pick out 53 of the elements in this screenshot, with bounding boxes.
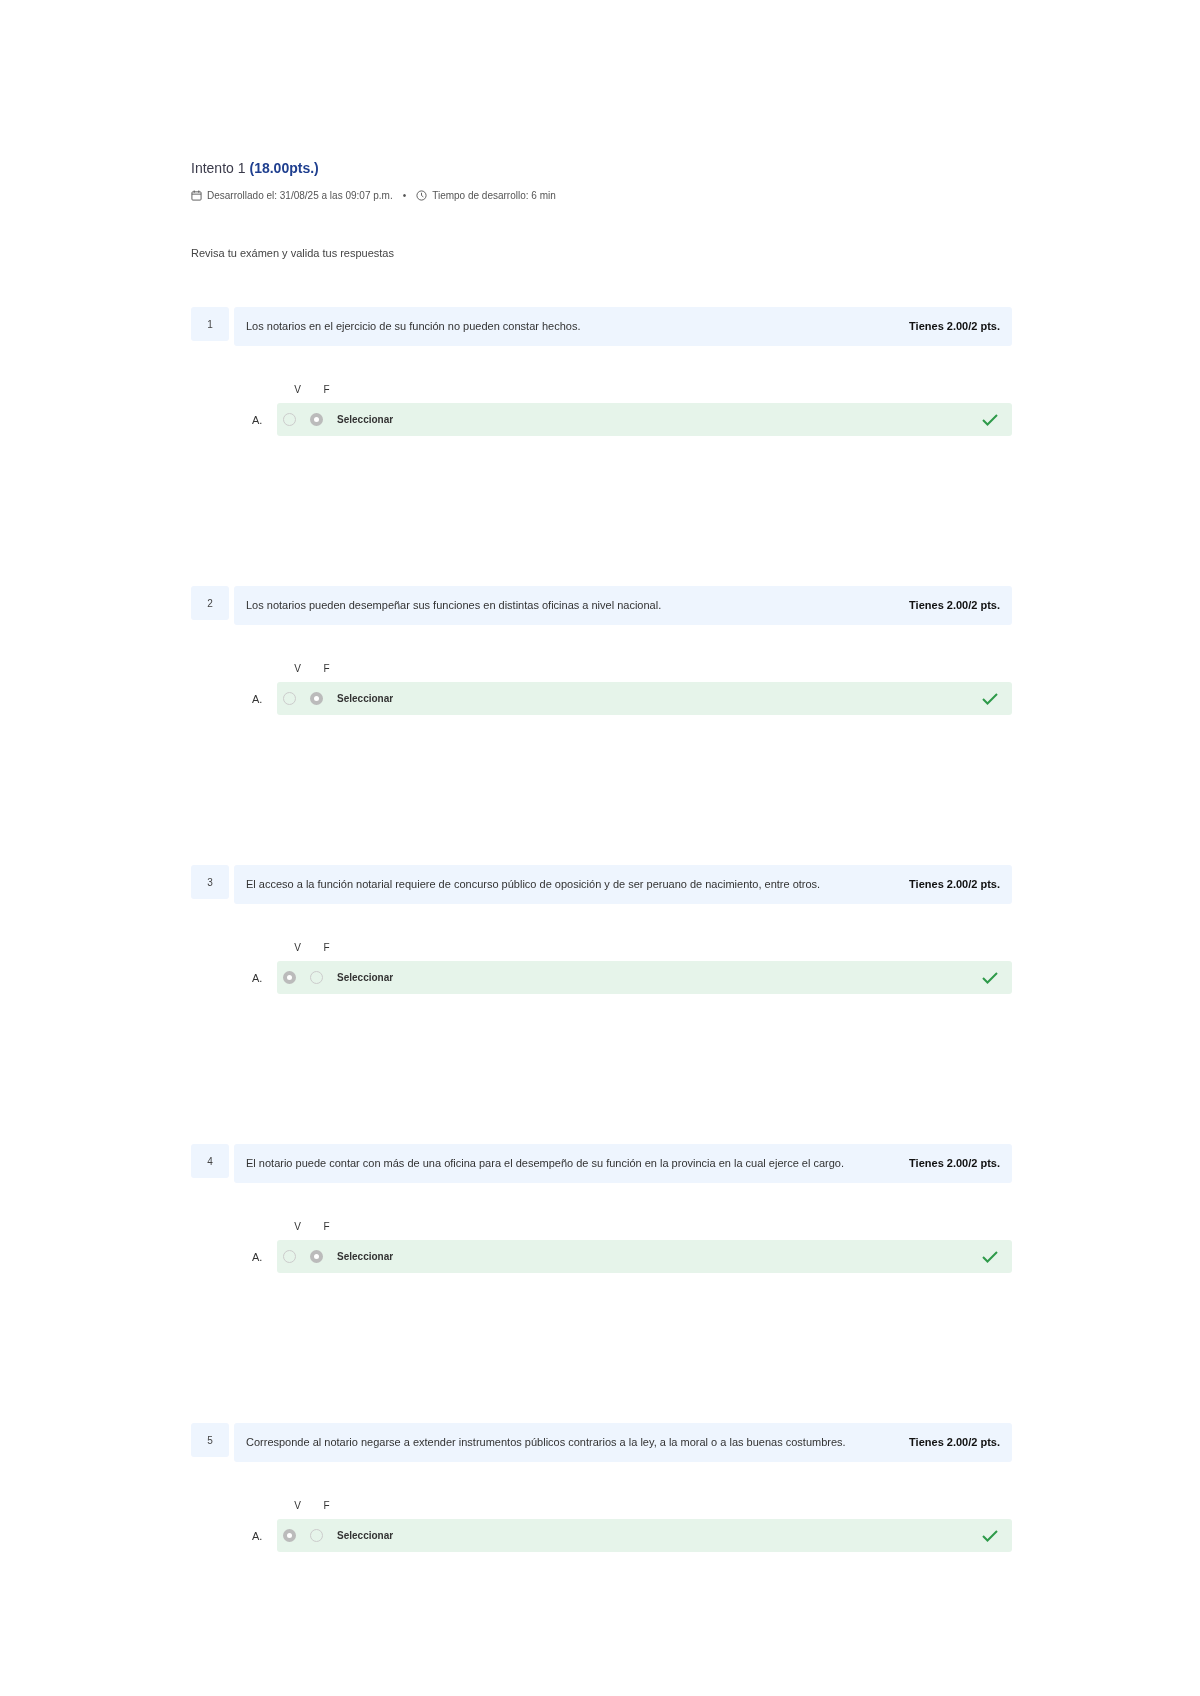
attempt-score: (18.00pts.) [249,160,319,176]
radio-button[interactable] [283,1529,296,1542]
calendar-icon [191,190,202,201]
question-text: El notario puede contar con más de una oficina para el desempeño de su función en la provincia en la cual ejerce el cargo. [246,1156,845,1171]
points-text: Tienes 2.00/2 pts. [909,1435,1000,1450]
developed-date: Desarrollado el: 31/08/25 a las 09:07 p.m. [207,190,393,201]
question-text: El acceso a la función notarial requiere de concurso público de oposición y de ser peruano de nacimiento, entre otros. [246,877,821,892]
duration-text: Tiempo de desarrollo: 6 min [432,190,556,201]
column-label: V [293,1500,302,1511]
radio-button[interactable] [283,971,296,984]
clock-icon [416,190,428,201]
question-number: 2 [191,586,229,620]
check-icon [982,1529,998,1542]
option-letter: A. [251,692,264,705]
column-label: F [322,384,331,395]
option-label: Seleccionar [337,972,395,983]
option-label: Seleccionar [337,1530,395,1541]
column-label: F [322,1221,331,1232]
option-letter: A. [251,413,264,426]
column-label: V [293,1221,302,1232]
column-label: F [322,942,331,953]
attempt-title: Intento 1 [191,160,246,176]
check-icon [982,1250,998,1263]
points-text: Tienes 2.00/2 pts. [909,598,1000,613]
column-label: F [322,1500,331,1511]
radio-button[interactable] [310,1250,323,1263]
check-icon [982,413,998,426]
column-label: V [293,384,302,395]
option-letter: A. [251,1250,264,1263]
check-icon [982,692,998,705]
check-icon [982,971,998,984]
question-number: 5 [191,1423,229,1457]
points-text: Tienes 2.00/2 pts. [909,877,1000,892]
column-label: V [293,942,302,953]
question-text: Los notarios pueden desempeñar sus funciones en distintas oficinas a nivel nacional. [246,598,662,613]
instruction-text: Revisa tu exámen y valida tus respuestas [191,247,395,259]
column-label: V [293,663,302,674]
points-text: Tienes 2.00/2 pts. [909,319,1000,334]
points-text: Tienes 2.00/2 pts. [909,1156,1000,1171]
radio-button[interactable] [310,413,323,426]
question-number: 4 [191,1144,229,1178]
question-number: 1 [191,307,229,341]
option-label: Seleccionar [337,414,395,425]
bullet-separator: • [402,190,407,201]
question-text: Los notarios en el ejercicio de su función no pueden constar hechos. [246,319,581,334]
option-letter: A. [251,1529,264,1542]
option-label: Seleccionar [337,693,395,704]
radio-button[interactable] [310,692,323,705]
option-letter: A. [251,971,264,984]
question-number: 3 [191,865,229,899]
option-label: Seleccionar [337,1251,395,1262]
question-text: Corresponde al notario negarse a extender instrumentos públicos contrarios a la ley, a la moral o a las buenas costumbres. [246,1435,846,1450]
column-label: F [322,663,331,674]
